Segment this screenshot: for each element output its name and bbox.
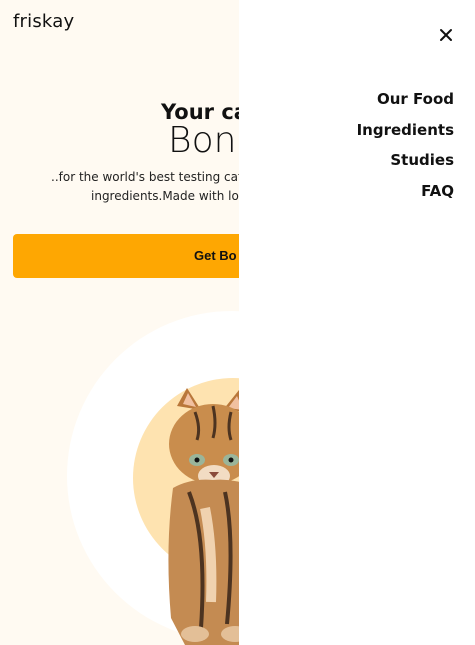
menu-item-our-food[interactable]: Our Food bbox=[357, 89, 454, 120]
cta-label: Get Bo bbox=[194, 248, 237, 263]
hero-description-line-1: ..for the world's best testing cat fo bbox=[51, 170, 259, 184]
main-navigation: Our Food Ingredients Studies FAQ bbox=[357, 89, 454, 211]
logo[interactable]: friskay bbox=[13, 11, 74, 32]
landing-page: friskay Your cat Bonk ..for the world's … bbox=[0, 0, 475, 645]
close-menu-button[interactable] bbox=[437, 27, 455, 45]
menu-item-ingredients[interactable]: Ingredients bbox=[357, 120, 454, 151]
menu-item-studies[interactable]: Studies bbox=[357, 150, 454, 181]
close-icon bbox=[439, 27, 453, 46]
menu-item-faq[interactable]: FAQ bbox=[357, 181, 454, 212]
hero-description-line-2: ingredients.Made with lov bbox=[91, 189, 246, 203]
